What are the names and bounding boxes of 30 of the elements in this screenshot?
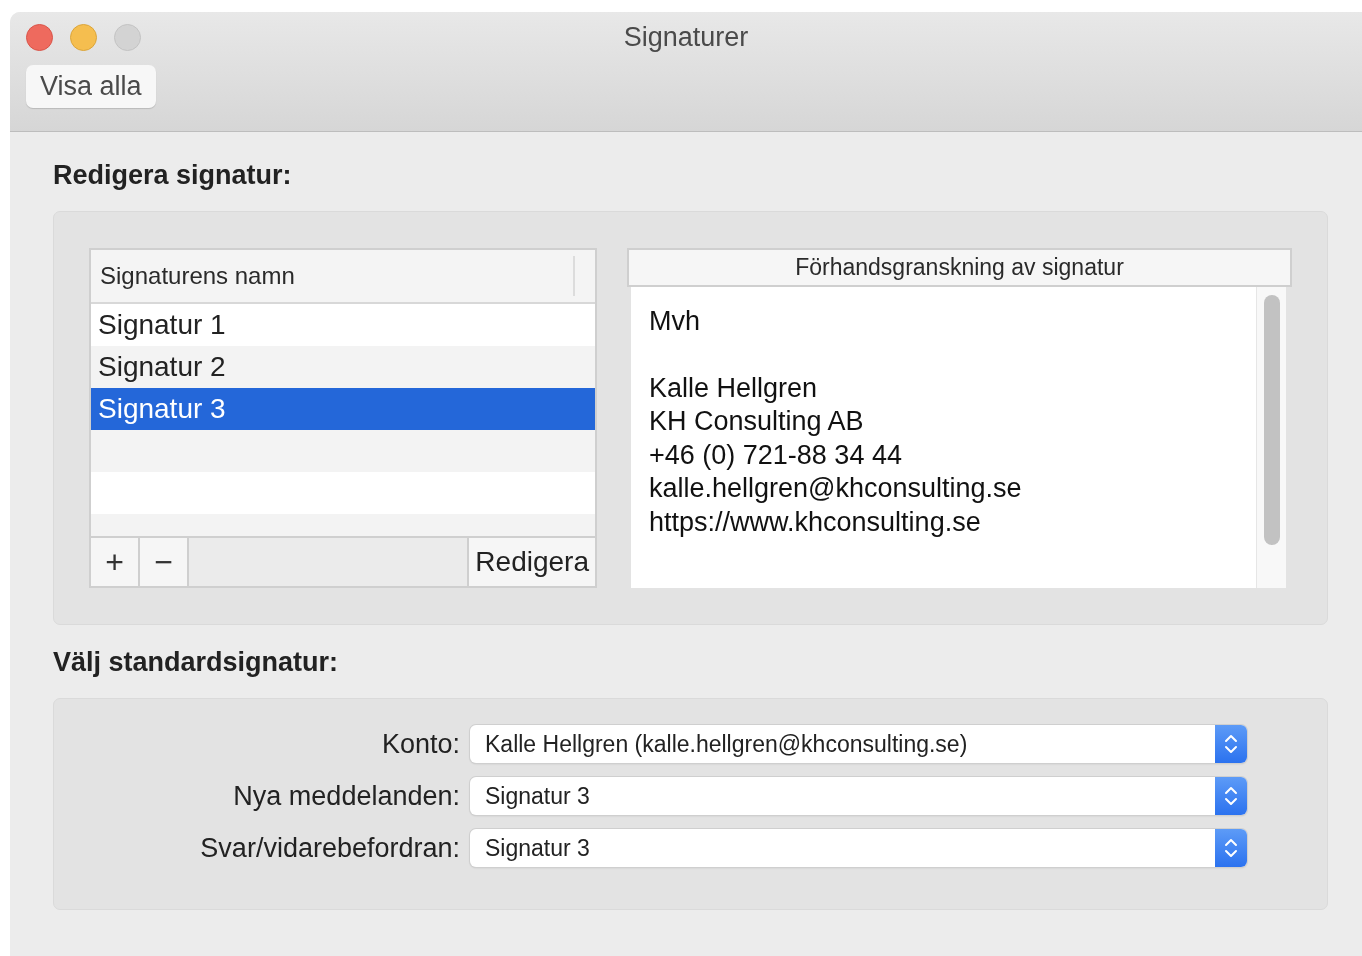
remove-button[interactable]: − (140, 538, 189, 586)
zoom-button[interactable] (114, 24, 141, 51)
field-label: Svar/vidarebefordran: (199, 832, 461, 864)
chevron-up-down-icon (1224, 732, 1238, 756)
chevron-up-down-icon (1224, 836, 1238, 860)
signature-line: KH Consulting AB (649, 405, 865, 438)
chevron-up-down-icon (1224, 784, 1238, 808)
field-label: Nya meddelanden: (232, 780, 461, 812)
scroll-thumb[interactable] (1263, 295, 1280, 545)
signature-line: Kalle Hellgren (649, 371, 819, 405)
field-label: Konto: (380, 728, 461, 760)
preview-header: Förhandsgranskning av signatur (627, 248, 1292, 287)
signature-line: kalle.hellgren@khconsulting.se (649, 472, 1023, 505)
popup-menu[interactable]: Signatur 3 (470, 777, 1247, 815)
signature-line: https://www.khconsulting.se (649, 505, 982, 539)
minimize-button[interactable] (70, 24, 97, 51)
show-all-button[interactable]: Visa alla (26, 65, 156, 108)
section-heading: Redigera signatur: (53, 160, 293, 191)
add-button[interactable]: + (91, 538, 140, 586)
popup-menu[interactable]: Signatur 3 (470, 829, 1247, 867)
signature-item[interactable]: Signatur 3 (91, 388, 595, 430)
popup-menu[interactable]: Kalle Hellgren (kalle.hellgren@khconsulting.se) (470, 725, 1247, 763)
scrollbar[interactable] (1256, 287, 1286, 588)
signature-line: Mvh (649, 305, 701, 338)
window-title: Signaturer (623, 22, 749, 53)
section-heading: Välj standardsignatur: (53, 647, 340, 678)
edit-button[interactable]: Redigera (467, 538, 595, 586)
close-button[interactable] (26, 24, 53, 51)
signature-item[interactable]: Signatur 2 (91, 346, 595, 388)
signature-line: +46 (0) 721-88 34 44 (649, 438, 903, 472)
